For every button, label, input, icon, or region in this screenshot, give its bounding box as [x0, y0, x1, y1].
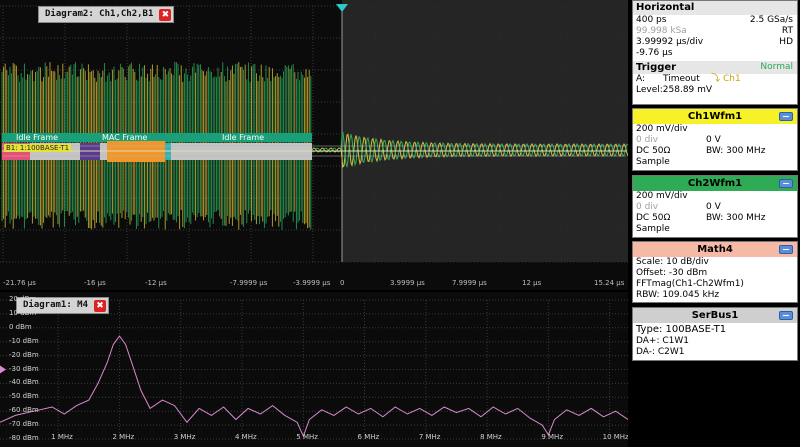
acq-mode: RT — [781, 26, 793, 36]
ch2-bandwidth: BW: 300 MHz — [706, 213, 766, 223]
fft-y-tick-label: -50 dBm — [9, 392, 39, 401]
fft-trace — [0, 335, 628, 438]
diagram1-spectrum[interactable]: Diagram1: M4 ✖ 20 dBm 10 dBm 0 dBm -10 dBm -… — [0, 292, 628, 447]
math4-offset: Offset: -30 dBm — [636, 268, 708, 278]
time-axis-label: -16 µs — [84, 279, 106, 287]
serbus1-da-plus: DA+: C1W1 — [636, 336, 689, 346]
fft-y-tick-label: -70 dBm — [9, 420, 39, 429]
bus-frame-label-mac: MAC Frame — [102, 133, 148, 142]
ch1-bandwidth: BW: 300 MHz — [706, 146, 766, 156]
fft-x-tick-label: 1 MHz — [51, 433, 73, 441]
minimize-icon[interactable] — [779, 112, 793, 121]
fft-plot — [0, 299, 628, 440]
fft-x-tick-label: 6 MHz — [357, 433, 380, 441]
fft-y-tick-label: -20 dBm — [9, 350, 39, 359]
serbus1-header[interactable]: SerBus1 — [633, 308, 797, 323]
sample-rate: 2.5 GSa/s — [749, 15, 793, 25]
time-axis-label: 15.24 µs — [594, 279, 625, 287]
horizontal-title: Horizontal — [633, 1, 797, 15]
signal-bar: Horizontal 400 ps 2.5 GSa/s 99.998 kSa RT … — [630, 0, 800, 447]
bus-name-label: B1: 1:100BASE-T1 — [4, 144, 72, 152]
fft-x-tick-label: 7 MHz — [418, 433, 441, 441]
bus-frame-label-idle-1: Idle Frame — [16, 133, 59, 142]
fft-x-tick-label: 8 MHz — [480, 433, 502, 441]
minimize-icon[interactable] — [779, 245, 793, 254]
time-axis-label: 0 — [340, 279, 345, 287]
resolution-mode: HD — [779, 37, 793, 47]
fft-x-tick-label: 2 MHz — [112, 433, 135, 441]
fft-y-tick-label: -40 dBm — [9, 378, 39, 387]
trigger-level: Level:258.89 mV — [636, 85, 713, 95]
fft-x-tick-label: 10 MHz — [602, 433, 628, 441]
trigger-slot: A: — [636, 74, 646, 84]
serbus1-type: Type: 100BASE-T1 — [636, 324, 727, 335]
time-axis-label: 12 µs — [522, 279, 542, 287]
ch2-position: 0 div — [636, 202, 659, 212]
math4-title: Math4 — [697, 244, 733, 255]
fft-x-tick-label: 3 MHz — [173, 433, 196, 441]
serbus1-title: SerBus1 — [691, 310, 739, 321]
trigger-type: Timeout — [663, 74, 700, 84]
trigger-source: Ch1 — [723, 74, 741, 84]
falling-edge-icon: ⤵ — [711, 74, 721, 84]
fft-y-tick-label: 10 dBm — [9, 308, 37, 317]
math4-expression: FFTmag(Ch1-Ch2Wfm1) — [636, 279, 744, 289]
minimize-icon[interactable] — [779, 311, 793, 320]
time-axis-label: -7.9999 µs — [230, 279, 268, 287]
serbus1-da-minus: DA-: C2W1 — [636, 347, 685, 357]
close-icon[interactable]: ✖ — [159, 9, 172, 21]
time-axis-label: -21.76 µs — [3, 279, 36, 287]
time-axis-label: -3.9999 µs — [293, 279, 331, 287]
time-axis-label: 3.9999 µs — [390, 279, 425, 287]
close-icon[interactable]: ✖ — [94, 300, 107, 312]
ch2-coupling: DC 50Ω — [636, 213, 671, 223]
trigger-title: Trigger — [636, 62, 677, 73]
diagram2-tab[interactable]: Diagram2: Ch1,Ch2,B1 ✖ — [38, 6, 175, 23]
trigger-mode: Normal — [760, 62, 793, 72]
fft-grid — [0, 299, 628, 440]
serbus1-box[interactable]: SerBus1 Type: 100BASE-T1 DA+: C1W1 DA-: … — [632, 307, 798, 361]
ch2-box[interactable]: Ch2Wfm1 200 mV/div 0 div 0 V DC 50Ω BW: 30… — [632, 175, 798, 238]
fft-y-tick-label: 0 dBm — [9, 322, 32, 331]
horizontal-offset: -9.76 µs — [636, 48, 673, 58]
ch1-coupling: DC 50Ω — [636, 146, 671, 156]
fft-y-tick-label: -80 dBm — [9, 434, 39, 442]
ch2-acq: Sample — [636, 224, 670, 234]
time-axis-label: 7.9999 µs — [452, 279, 487, 287]
ch1-box[interactable]: Ch1Wfm1 200 mV/div 0 div 0 V DC 50Ω BW: 30… — [632, 108, 798, 171]
ch2-scale: 200 mV/div — [636, 191, 688, 201]
ch2-offset: 0 V — [706, 202, 721, 212]
fft-x-tick-label: 4 MHz — [235, 433, 257, 441]
time-div: 3.99992 µs/div — [636, 37, 704, 47]
time-axis-label: -12 µs — [145, 279, 167, 287]
fft-y-tick-label: -10 dBm — [9, 336, 39, 345]
diagram2-tab-label: Diagram2: Ch1,Ch2,B1 — [45, 9, 154, 19]
post-trigger-region — [342, 0, 628, 262]
fft-y-tick-label: -60 dBm — [9, 406, 39, 415]
bus-frame-label-idle-2: Idle Frame — [222, 133, 265, 142]
fft-x-tick-label: 9 MHz — [541, 433, 563, 441]
math4-box[interactable]: Math4 Scale: 10 dB/div Offset: -30 dBm F… — [632, 241, 798, 303]
math4-scale: Scale: 10 dB/div — [636, 257, 709, 267]
fft-y-tick-label: 20 dBm — [9, 295, 37, 303]
time-scale: 400 ps — [636, 15, 667, 25]
math4-rbw: RBW: 109.045 kHz — [636, 290, 720, 300]
diagram2-waveform[interactable]: Diagram2: Ch1,Ch2,B1 ✖ -21.76 µs -16 µs -1… — [0, 0, 628, 290]
ch1-offset: 0 V — [706, 135, 721, 145]
ch1-scale: 200 mV/div — [636, 124, 688, 134]
fft-y-tick-label: -30 dBm — [9, 364, 39, 373]
offset-marker-icon[interactable] — [0, 365, 6, 374]
ch1-header[interactable]: Ch1Wfm1 — [633, 109, 797, 124]
ch2-header[interactable]: Ch2Wfm1 — [633, 176, 797, 191]
math4-header[interactable]: Math4 — [633, 242, 797, 257]
ch1-position: 0 div — [636, 135, 659, 145]
fft-x-tick-label: 5 MHz — [296, 433, 318, 441]
record-length: 99.998 kSa — [636, 26, 687, 36]
waveform-plot — [0, 0, 628, 263]
horizontal-trigger-box[interactable]: Horizontal 400 ps 2.5 GSa/s 99.998 kSa RT … — [632, 0, 798, 105]
ch2-title: Ch2Wfm1 — [687, 178, 743, 189]
minimize-icon[interactable] — [779, 179, 793, 188]
ch1-acq: Sample — [636, 157, 670, 167]
ch1-title: Ch1Wfm1 — [687, 111, 743, 122]
